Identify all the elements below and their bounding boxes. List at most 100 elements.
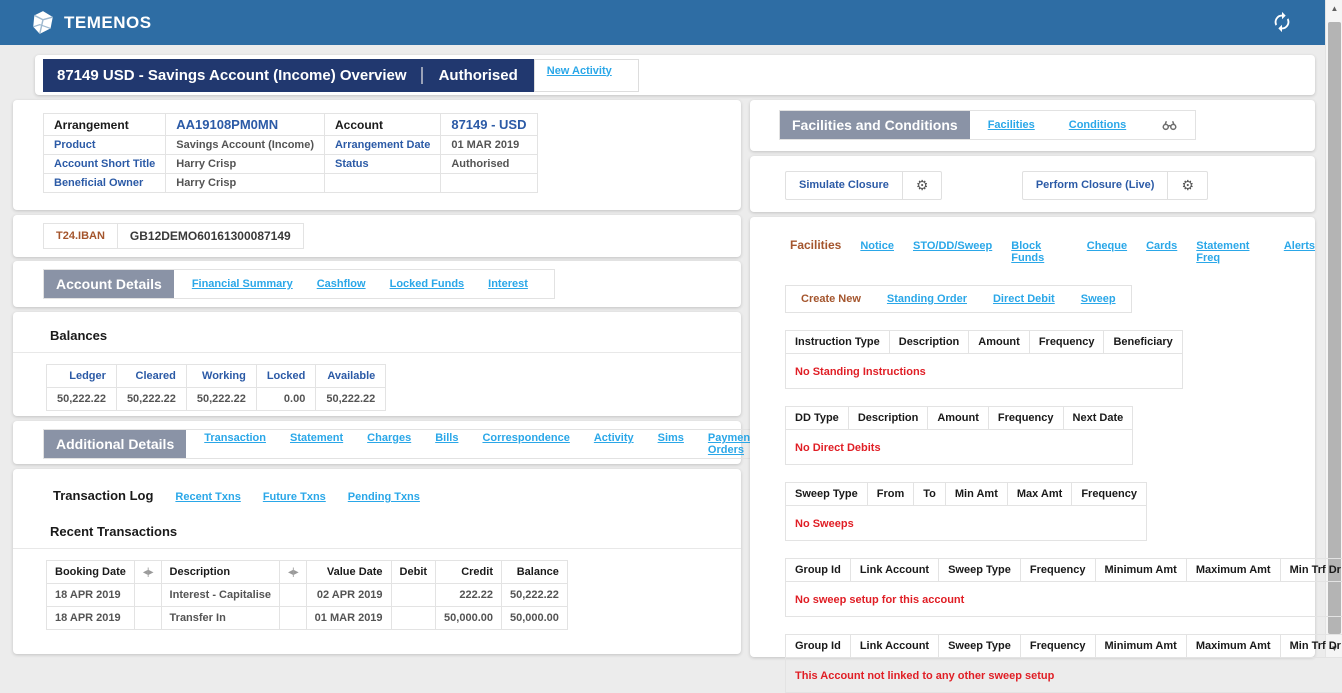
iban-label: T24.IBAN xyxy=(44,224,118,249)
bills-link[interactable]: Bills xyxy=(435,432,458,456)
amount-header: Amount xyxy=(928,407,989,430)
cashflow-link[interactable]: Cashflow xyxy=(317,278,366,290)
notice-link[interactable]: Notice xyxy=(860,240,894,252)
pending-txns-link[interactable]: Pending Txns xyxy=(348,491,420,503)
perform-closure-label: Perform Closure (Live) xyxy=(1023,172,1168,199)
iban-table: T24.IBAN GB12DEMO60161300087149 xyxy=(43,223,304,249)
app-header: TEMENOS xyxy=(0,0,1325,45)
spacer-cell xyxy=(134,607,161,630)
frequency-header: Frequency xyxy=(1020,635,1095,658)
activity-link[interactable]: Activity xyxy=(594,432,634,456)
status-label: Status xyxy=(324,155,440,174)
gear-icon[interactable]: ⚙ xyxy=(902,172,942,199)
link-account-header: Link Account xyxy=(850,635,938,658)
table-row: Account Short Title Harry Crisp Status A… xyxy=(44,155,538,174)
empty-message: No Sweeps xyxy=(786,506,1147,541)
spacer-cell xyxy=(134,584,161,607)
locked-funds-link[interactable]: Locked Funds xyxy=(390,278,465,290)
statement-link[interactable]: Statement xyxy=(290,432,343,456)
gear-icon[interactable]: ⚙ xyxy=(1167,172,1207,199)
iban-card: T24.IBAN GB12DEMO60161300087149 xyxy=(13,215,741,257)
minimum-amt-header: Minimum Amt xyxy=(1095,635,1186,658)
recent-transactions-table: Booking Date ◂|▸ Description ◂|▸ Value D… xyxy=(46,560,568,630)
cards-link[interactable]: Cards xyxy=(1146,240,1177,252)
direct-debits-table: DD Type Description Amount Frequency Nex… xyxy=(785,406,1133,465)
charges-link[interactable]: Charges xyxy=(367,432,411,456)
brand[interactable]: TEMENOS xyxy=(30,10,152,36)
description-header: Description xyxy=(848,407,928,430)
financial-summary-link[interactable]: Financial Summary xyxy=(192,278,293,290)
table-row: Beneficial Owner Harry Crisp xyxy=(44,174,538,193)
correspondence-link[interactable]: Correspondence xyxy=(482,432,569,456)
account-id-link[interactable]: 87149 - USD xyxy=(441,114,537,136)
standing-order-link[interactable]: Standing Order xyxy=(887,293,967,305)
facilities-card: Facilities Notice STO/DD/Sweep Block Fun… xyxy=(750,217,1315,657)
sto-dd-sweep-link[interactable]: STO/DD/Sweep xyxy=(913,240,992,252)
table-row: No Direct Debits xyxy=(786,430,1133,465)
sweep-type-header: Sweep Type xyxy=(939,635,1021,658)
min-trf-dr-header: Min Trf Dr xyxy=(1280,559,1342,582)
scrollbar-thumb[interactable] xyxy=(1328,22,1341,634)
perform-closure-button[interactable]: Perform Closure (Live) ⚙ xyxy=(1022,171,1208,200)
table-row: T24.IBAN GB12DEMO60161300087149 xyxy=(44,224,304,249)
interest-link[interactable]: Interest xyxy=(488,278,528,290)
table-row: Booking Date ◂|▸ Description ◂|▸ Value D… xyxy=(47,561,568,584)
table-row: Arrangement AA19108PM0MN Account 87149 -… xyxy=(44,114,538,136)
account-details-title: Account Details xyxy=(44,270,174,298)
empty-message: No Direct Debits xyxy=(786,430,1133,465)
transaction-link[interactable]: Transaction xyxy=(204,432,266,456)
status-value: Authorised xyxy=(441,155,537,174)
sweeps-table: Sweep Type From To Min Amt Max Amt Frequ… xyxy=(785,482,1147,541)
table-row: Ledger Cleared Working Locked Available xyxy=(47,365,386,388)
scroll-up-icon[interactable]: ▲ xyxy=(1326,0,1342,17)
column-resize-icon[interactable]: ◂|▸ xyxy=(280,561,307,584)
table-row: 50,222.22 50,222.22 50,222.22 0.00 50,22… xyxy=(47,388,386,411)
min-trf-dr-header: Min Trf Dr xyxy=(1280,635,1342,658)
account-short-title-label: Account Short Title xyxy=(44,155,166,174)
column-resize-icon[interactable]: ◂|▸ xyxy=(134,561,161,584)
transaction-row: 18 APR 2019 Transfer In 01 MAR 2019 50,0… xyxy=(47,607,568,630)
payment-orders-link[interactable]: Payment Orders xyxy=(708,432,754,456)
facilities-links-row: Facilities Notice STO/DD/Sweep Block Fun… xyxy=(790,238,1315,264)
linked-sweep-table: Group Id Link Account Sweep Type Frequen… xyxy=(785,634,1342,693)
page: TEMENOS ▲ ▼ 87149 USD - Savings Account … xyxy=(0,0,1342,657)
debit-header: Debit xyxy=(391,561,436,584)
additional-details-card: Additional Details Transaction Statement… xyxy=(13,421,741,464)
arrangement-id-link[interactable]: AA19108PM0MN xyxy=(166,114,325,136)
locked-header: Locked xyxy=(256,365,316,388)
dd-type-header: DD Type xyxy=(786,407,849,430)
conditions-link[interactable]: Conditions xyxy=(1069,119,1126,131)
refresh-icon[interactable] xyxy=(1271,11,1293,38)
balance-cell: 50,000.00 xyxy=(501,607,567,630)
closure-actions-card: Simulate Closure ⚙ Perform Closure (Live… xyxy=(750,156,1315,212)
recent-transactions-title: Recent Transactions xyxy=(13,503,741,549)
spacer-cell xyxy=(280,607,307,630)
sweep-link[interactable]: Sweep xyxy=(1081,293,1116,305)
transaction-row: 18 APR 2019 Interest - Capitalise 02 APR… xyxy=(47,584,568,607)
new-activity-link[interactable]: New Activity xyxy=(547,65,612,77)
facilities-link[interactable]: Facilities xyxy=(988,119,1035,131)
value-date-header: Value Date xyxy=(306,561,391,584)
statement-freq-link[interactable]: Statement Freq xyxy=(1196,240,1265,264)
binoculars-icon[interactable] xyxy=(1162,119,1177,131)
block-funds-link[interactable]: Block Funds xyxy=(1011,240,1068,264)
product-label: Product xyxy=(44,136,166,155)
status-badge: Authorised xyxy=(421,67,534,84)
create-new-title: Create New xyxy=(801,293,861,305)
recent-txns-link[interactable]: Recent Txns xyxy=(175,491,240,503)
sims-link[interactable]: Sims xyxy=(658,432,684,456)
booking-date-header: Booking Date xyxy=(47,561,135,584)
debit-cell xyxy=(391,607,436,630)
description-header: Description xyxy=(889,331,969,354)
from-header: From xyxy=(867,483,914,506)
simulate-closure-button[interactable]: Simulate Closure ⚙ xyxy=(785,171,942,200)
alerts-link[interactable]: Alerts xyxy=(1284,240,1315,252)
table-row: Group Id Link Account Sweep Type Frequen… xyxy=(786,559,1342,582)
direct-debit-link[interactable]: Direct Debit xyxy=(993,293,1055,305)
min-amt-header: Min Amt xyxy=(945,483,1007,506)
future-txns-link[interactable]: Future Txns xyxy=(263,491,326,503)
cheque-link[interactable]: Cheque xyxy=(1087,240,1127,252)
account-details-header-row: Account Details Financial Summary Cashfl… xyxy=(43,269,555,299)
sweep-setup-table: Group Id Link Account Sweep Type Frequen… xyxy=(785,558,1342,617)
arrangement-table: Arrangement AA19108PM0MN Account 87149 -… xyxy=(43,113,538,193)
